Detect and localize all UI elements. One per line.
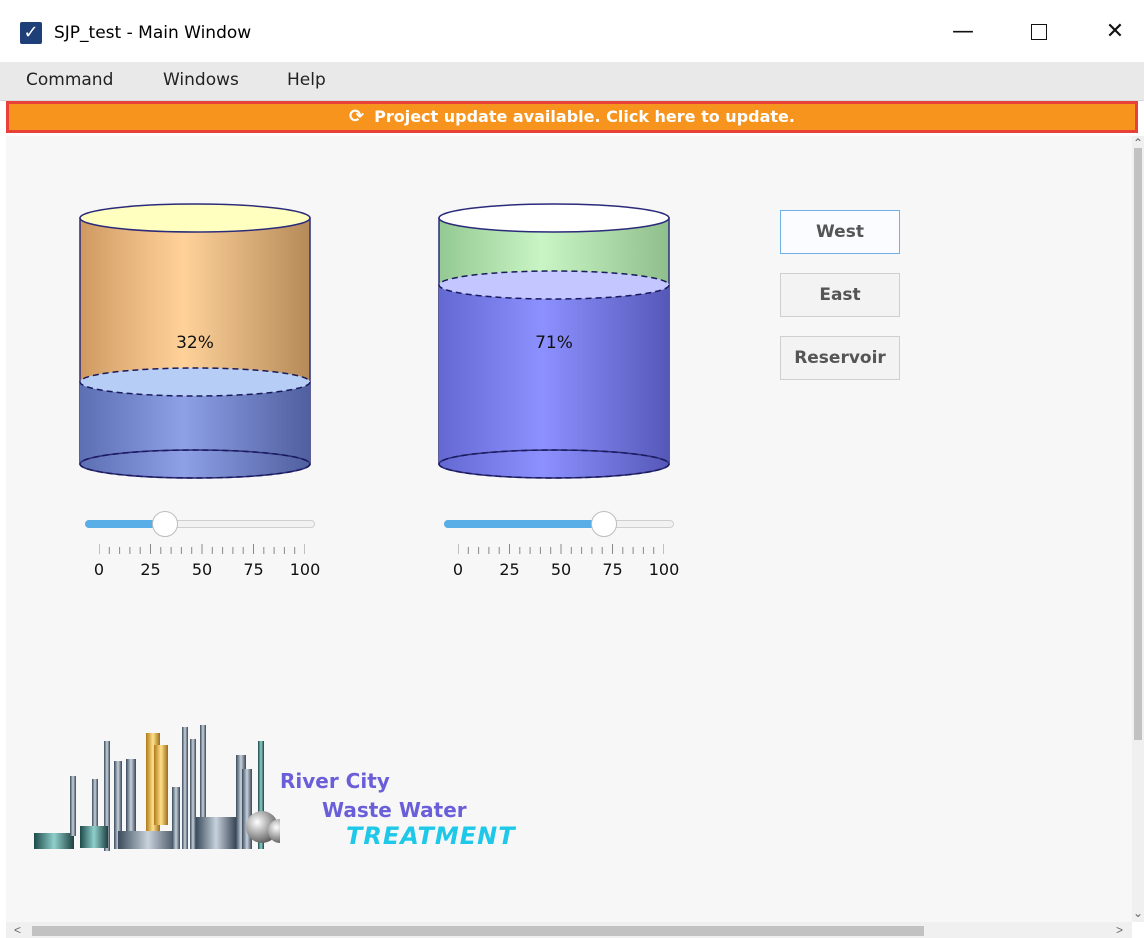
tick-label: 25 bbox=[140, 560, 161, 579]
level-slider-east[interactable]: 0 25 50 75 100 bbox=[444, 510, 684, 590]
tank-east-level-label: 71% bbox=[535, 333, 573, 353]
checkmark-icon: ✓ bbox=[20, 22, 42, 44]
slider-ticks bbox=[99, 544, 305, 554]
menu-help[interactable]: Help bbox=[287, 70, 326, 90]
title-bar: ✓ SJP_test - Main Window — ✕ bbox=[0, 0, 1144, 62]
tick-label: 75 bbox=[602, 560, 623, 579]
scroll-left-icon[interactable]: < bbox=[14, 923, 21, 937]
horizontal-scrollbar[interactable]: < > bbox=[6, 922, 1132, 938]
close-button[interactable]: ✕ bbox=[1092, 12, 1138, 52]
tick-label: 100 bbox=[648, 560, 680, 579]
east-button[interactable]: East bbox=[780, 273, 900, 317]
tick-label: 75 bbox=[243, 560, 264, 579]
tick-label: 0 bbox=[452, 560, 464, 579]
treatment-plant-logo bbox=[34, 725, 280, 851]
minimize-button[interactable]: — bbox=[940, 12, 986, 52]
menu-bar: Command Windows Help bbox=[0, 62, 1144, 101]
horizontal-scroll-thumb[interactable] bbox=[32, 926, 924, 936]
content-area: 32% 71% 0 25 50 75 100 0 25 50 75 100 We… bbox=[6, 136, 1132, 922]
menu-windows[interactable]: Windows bbox=[163, 70, 239, 90]
scroll-down-icon[interactable]: ⌄ bbox=[1133, 906, 1143, 920]
tick-label: 25 bbox=[499, 560, 520, 579]
tick-label: 50 bbox=[550, 560, 572, 579]
slider-ticks bbox=[458, 544, 664, 554]
logo-line-1: River City bbox=[280, 769, 390, 793]
menu-command[interactable]: Command bbox=[26, 70, 113, 90]
tick-label: 50 bbox=[191, 560, 213, 579]
logo-line-2: Waste Water bbox=[322, 798, 467, 822]
main-window: ✓ SJP_test - Main Window — ✕ Command Win… bbox=[0, 0, 1144, 938]
window-title: SJP_test - Main Window bbox=[54, 23, 252, 43]
tick-label: 0 bbox=[93, 560, 105, 579]
maximize-icon bbox=[1031, 24, 1047, 40]
refresh-icon: ⟳ bbox=[349, 106, 365, 127]
tick-label: 100 bbox=[289, 560, 321, 579]
tank-east: 71% bbox=[438, 203, 670, 479]
tank-west-level-label: 32% bbox=[176, 333, 214, 353]
logo-line-3: TREATMENT bbox=[346, 822, 516, 850]
slider-thumb[interactable] bbox=[591, 511, 618, 537]
tank-west: 32% bbox=[79, 203, 311, 479]
vertical-scroll-thumb[interactable] bbox=[1134, 148, 1142, 740]
update-banner-text: Project update available. Click here to … bbox=[374, 107, 795, 126]
slider-fill bbox=[444, 520, 605, 528]
maximize-button[interactable] bbox=[1016, 12, 1062, 52]
level-slider-west[interactable]: 0 25 50 75 100 bbox=[85, 510, 325, 590]
reservoir-button[interactable]: Reservoir bbox=[780, 336, 900, 380]
slider-thumb[interactable] bbox=[151, 511, 178, 537]
west-button[interactable]: West bbox=[780, 210, 900, 254]
update-banner[interactable]: ⟳ Project update available. Click here to… bbox=[6, 101, 1138, 133]
vertical-scrollbar[interactable]: ⌃ ⌄ bbox=[1132, 136, 1144, 922]
scroll-right-icon[interactable]: > bbox=[1116, 923, 1123, 937]
